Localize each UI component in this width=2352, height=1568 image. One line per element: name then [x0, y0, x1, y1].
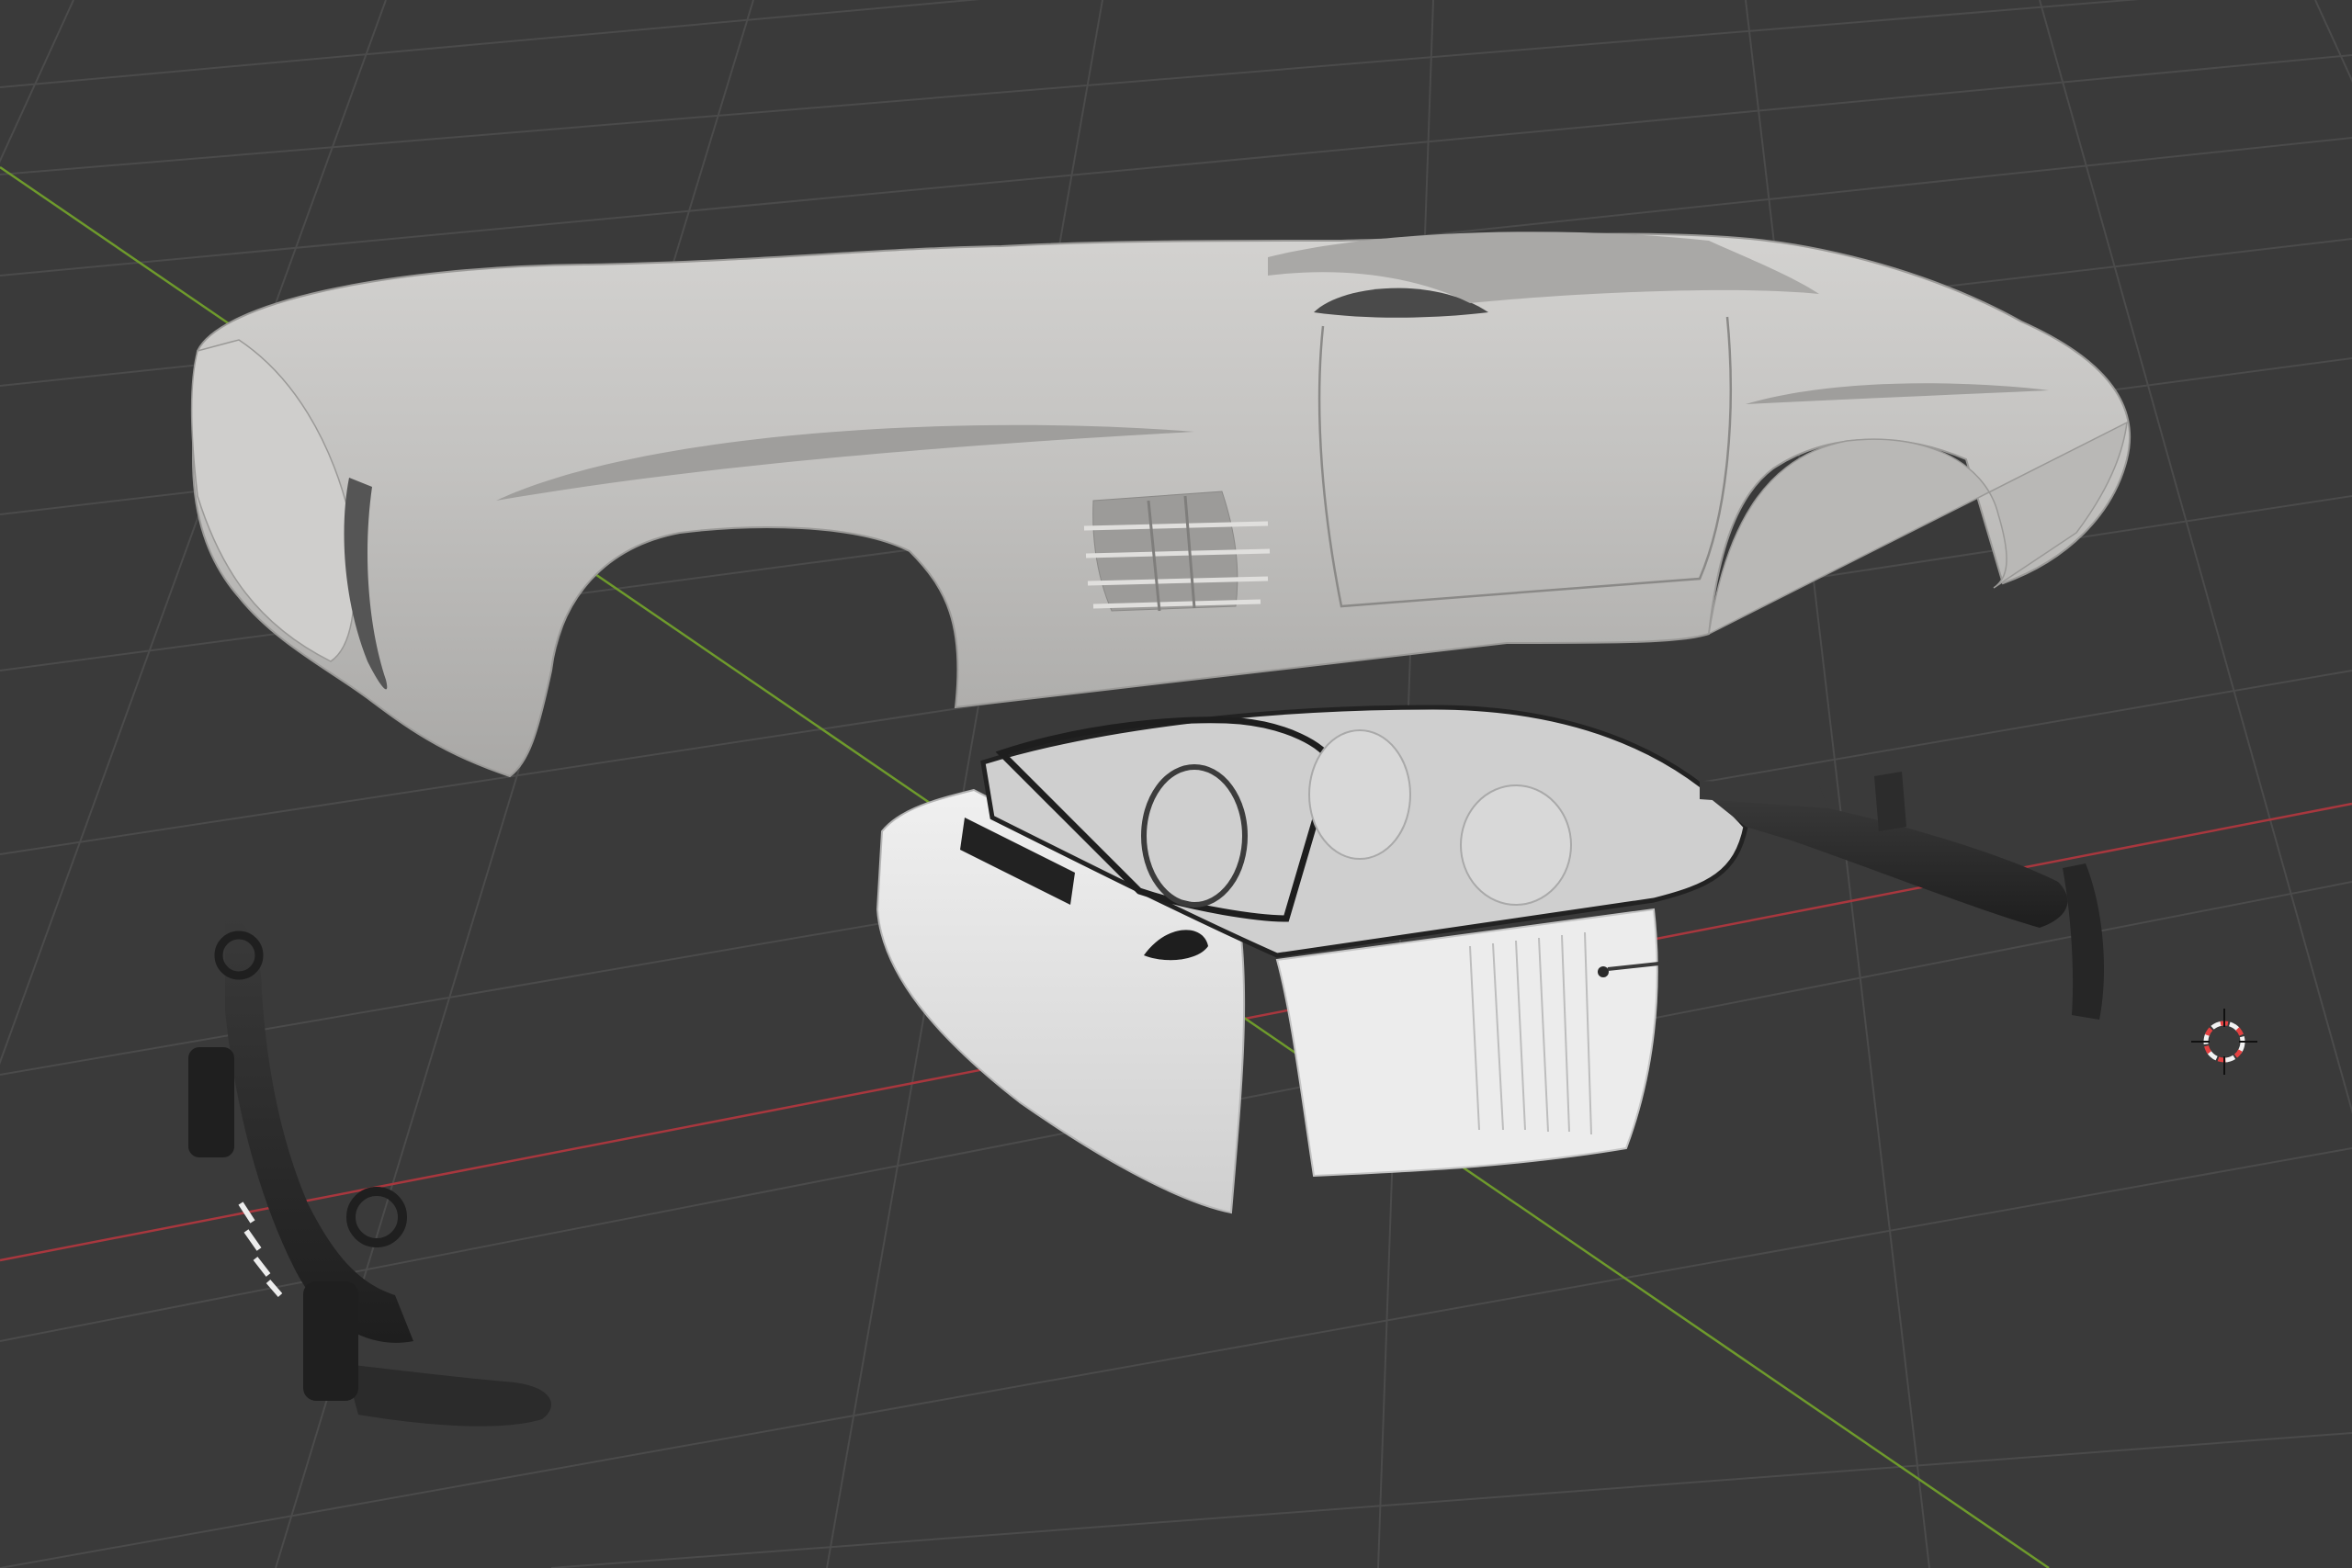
chassis-bracket-mid — [1874, 772, 1906, 831]
bumper-block-lower — [303, 1281, 358, 1401]
seat-right-icon — [1460, 784, 1572, 906]
seat-left-icon — [1308, 729, 1411, 860]
door-handle-icon — [1598, 966, 1609, 977]
bumper-block-upper — [188, 1047, 234, 1157]
3d-viewport[interactable] — [0, 0, 2352, 1568]
